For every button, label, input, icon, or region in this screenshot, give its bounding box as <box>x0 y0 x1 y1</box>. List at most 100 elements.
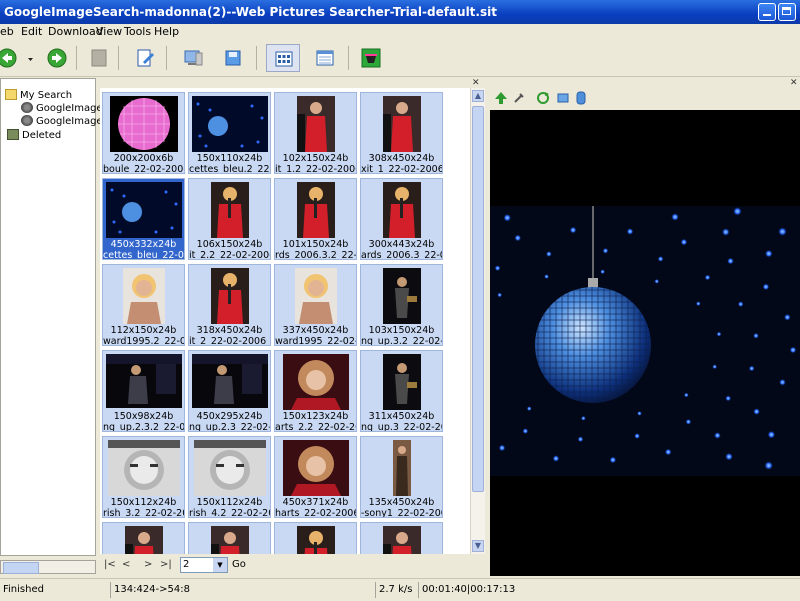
tree-item-search-2[interactable]: GoogleImageS <box>21 115 109 127</box>
status-coords: 134:424->54:8 <box>110 582 264 598</box>
refresh-icon[interactable] <box>536 91 550 105</box>
thumbnail-image <box>296 96 335 155</box>
save-button[interactable] <box>218 44 248 72</box>
thumbnail-grid: 200x200x6bboule_22-02-2006_15150x110x24b… <box>100 88 470 554</box>
tree-item-my-search[interactable]: My Search <box>5 89 72 101</box>
title-bar: GoogleImageSearch-madonna(2)--Web Pictur… <box>0 0 800 24</box>
thumbnail-item[interactable]: 200x200x6bboule_22-02-2006_15 <box>102 92 185 174</box>
thumbnail-item[interactable]: 450x371x24bharts_22-02-2006_15 <box>274 436 357 518</box>
thumbnail-item[interactable]: 450x295x24bng_up.2.3_22-02-20 <box>188 350 271 432</box>
preview-close-icon[interactable]: ✕ <box>790 78 798 88</box>
search-node-icon <box>21 115 33 126</box>
thumbnail-filename: cettes_bleu.2_22-02-2 <box>189 164 270 174</box>
go-button[interactable]: Go <box>232 559 246 570</box>
basket-icon <box>361 48 381 68</box>
history-dropdown[interactable] <box>24 44 38 72</box>
thumbnail-filename: ward1995_22-02-200 <box>275 336 356 346</box>
thumbnails-view-button[interactable] <box>266 44 300 72</box>
thumbnail-image <box>193 440 266 499</box>
menu-edit[interactable]: Edit <box>21 25 42 38</box>
thumbnail-size: 311x450x24b <box>368 411 435 422</box>
computer-icon <box>184 50 203 66</box>
thumbnail-item[interactable] <box>274 522 357 554</box>
thumbnail-item[interactable]: 150x112x24brish_4.2_22-02-2006_ <box>188 436 271 518</box>
back-button[interactable] <box>0 44 22 72</box>
grid-vertical-scrollbar[interactable]: ▲ ▼ <box>470 88 485 554</box>
scroll-down-button[interactable]: ▼ <box>472 540 484 552</box>
maximize-button[interactable] <box>778 3 796 21</box>
back-arrow-icon <box>0 48 17 68</box>
thumbnail-item[interactable] <box>102 522 185 554</box>
menu-download[interactable]: Download <box>48 25 103 38</box>
thumbnail-item[interactable]: 112x150x24bward1995.2_22-02-200 <box>102 264 185 346</box>
edit-button[interactable] <box>130 44 160 72</box>
up-arrow-icon[interactable] <box>494 91 508 105</box>
go-button[interactable] <box>42 44 72 72</box>
stop-button[interactable] <box>84 44 114 72</box>
thumbnail-filename: rds_2006.3.2_22-02-2 <box>275 250 356 260</box>
search-tree: My Search GoogleImageS GoogleImageS Dele… <box>0 78 109 556</box>
menu-bar: eb Edit Download View Tools Help <box>0 24 800 40</box>
thumbnail-filename: it_2_22-02-2006_15 <box>189 336 270 346</box>
toolbar-separator <box>76 46 77 70</box>
basket-button[interactable] <box>356 44 386 72</box>
thumbnail-item[interactable]: 318x450x24bit_2_22-02-2006_15 <box>188 264 271 346</box>
grid-close-icon[interactable]: ✕ <box>472 78 480 88</box>
thumbnail-image <box>282 354 349 413</box>
thumbnail-item[interactable] <box>188 522 271 554</box>
tree-item-label: Deleted <box>22 130 62 141</box>
thumbnail-filename: -sony1_22-02-2006_ <box>361 508 442 518</box>
save-icon[interactable] <box>574 91 588 105</box>
computer-button[interactable] <box>178 44 208 72</box>
first-page-button[interactable]: |< <box>104 559 116 570</box>
thumbnail-item[interactable]: 101x150x24brds_2006.3.2_22-02-2 <box>274 178 357 260</box>
status-time: 00:01:40|00:17:13 <box>418 582 542 598</box>
menu-view[interactable]: View <box>96 25 122 38</box>
tree-horizontal-scrollbar[interactable] <box>0 560 96 574</box>
thumbnail-item[interactable]: 308x450x24bxit_1_22-02-2006_15 <box>360 92 443 174</box>
thumbnail-size: 106x150x24b <box>196 239 263 250</box>
next-page-button[interactable]: > <box>144 559 152 570</box>
folder-icon <box>5 89 17 100</box>
thumbnail-item[interactable]: 337x450x24bward1995_22-02-200 <box>274 264 357 346</box>
thumbnail-item[interactable]: 300x443x24bards_2006.3_22-02-2 <box>360 178 443 260</box>
thumbnail-image <box>296 526 335 554</box>
menu-web[interactable]: eb <box>0 25 14 38</box>
scroll-up-button[interactable]: ▲ <box>472 90 484 102</box>
thumbnail-item[interactable]: 311x450x24bng_up.3_22-02-200 <box>360 350 443 432</box>
last-page-button[interactable]: >| <box>160 559 172 570</box>
thumbnail-item[interactable]: 150x110x24bcettes_bleu.2_22-02-2 <box>188 92 271 174</box>
settings-icon[interactable] <box>556 91 570 105</box>
toolbar-separator <box>166 46 167 70</box>
thumbnail-item[interactable]: 103x150x24bng_up.3.2_22-02-200 <box>360 264 443 346</box>
toolbar-separator <box>348 46 349 70</box>
scrollbar-thumb[interactable] <box>3 562 39 574</box>
thumbnail-item[interactable]: 150x98x24bng_up.2.3.2_22-02-20 <box>102 350 185 432</box>
thumbnail-filename: rish_3.2_22-02-2006_ <box>103 508 184 518</box>
prev-page-button[interactable]: < <box>122 559 130 570</box>
pin-icon[interactable] <box>512 91 526 105</box>
minimize-button[interactable] <box>758 3 776 21</box>
scrollbar-thumb[interactable] <box>472 106 484 492</box>
thumbnail-filename: ng_up.2.3.2_22-02-20 <box>103 422 184 432</box>
tree-item-search-1[interactable]: GoogleImageS <box>21 102 109 114</box>
thumbnail-size: 150x112x24b <box>110 497 177 508</box>
page-select[interactable]: 2 ▼ <box>180 557 228 573</box>
thumbnail-item[interactable]: 106x150x24bit_2.2_22-02-2006_15 <box>188 178 271 260</box>
thumbnail-item[interactable]: 102x150x24bit_1.2_22-02-2006_15 <box>274 92 357 174</box>
thumbnail-size: 450x371x24b <box>282 497 349 508</box>
thumbnail-item[interactable]: 450x332x24bcettes_bleu_22-02-2 <box>102 178 185 260</box>
edit-icon <box>137 49 154 67</box>
thumbnail-item[interactable] <box>360 522 443 554</box>
menu-help[interactable]: Help <box>154 25 179 38</box>
tree-item-label: GoogleImageS <box>36 116 109 127</box>
menu-tools[interactable]: Tools <box>124 25 151 38</box>
thumbnail-item[interactable]: 135x450x24b-sony1_22-02-2006_ <box>360 436 443 518</box>
details-view-button[interactable] <box>308 44 342 72</box>
tree-item-deleted[interactable]: Deleted <box>7 129 61 141</box>
thumbnail-item[interactable]: 150x123x24barts_2.2_22-02-2006_1 <box>274 350 357 432</box>
thumbnail-image <box>105 182 182 241</box>
thumbnail-filename: boule_22-02-2006_15 <box>103 164 184 174</box>
thumbnail-size: 150x98x24b <box>113 411 174 422</box>
thumbnail-item[interactable]: 150x112x24brish_3.2_22-02-2006_ <box>102 436 185 518</box>
